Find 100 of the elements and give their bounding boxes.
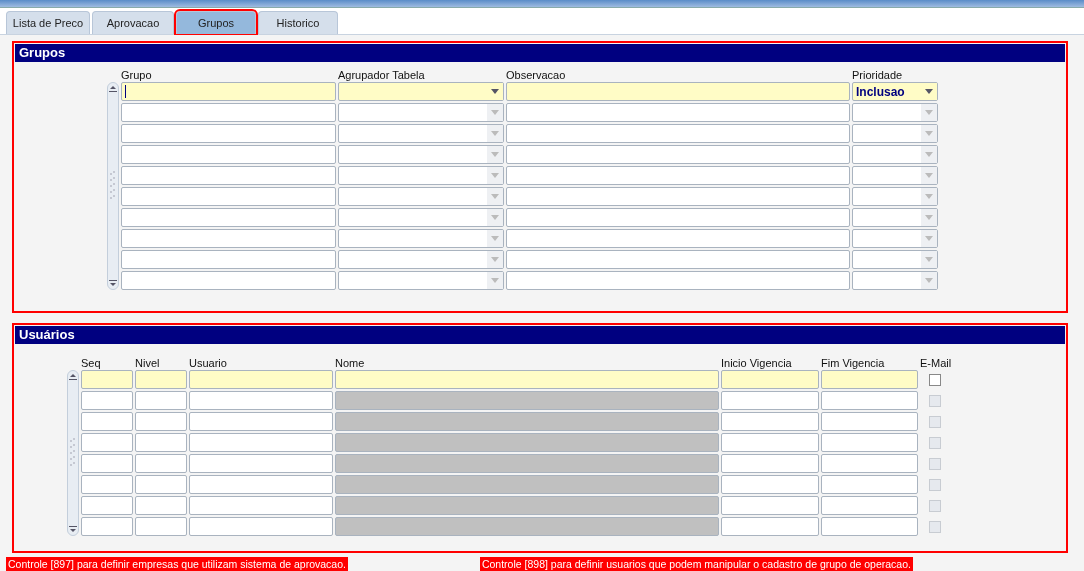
dropdown-field[interactable] xyxy=(338,124,504,143)
input-field[interactable] xyxy=(135,370,187,389)
input-field[interactable] xyxy=(506,250,850,269)
email-checkbox[interactable] xyxy=(929,436,941,449)
dropdown-field[interactable] xyxy=(338,229,504,248)
input-field[interactable] xyxy=(81,517,133,536)
dropdown-field[interactable] xyxy=(852,145,938,164)
input-field[interactable] xyxy=(189,412,333,431)
input-field[interactable] xyxy=(189,370,333,389)
input-field[interactable] xyxy=(721,391,819,410)
input-field[interactable] xyxy=(335,370,719,389)
input-field[interactable] xyxy=(721,496,819,515)
input-field[interactable] xyxy=(121,124,336,143)
input-field[interactable] xyxy=(121,208,336,227)
input-field[interactable] xyxy=(506,124,850,143)
input-field[interactable] xyxy=(821,517,918,536)
input-field[interactable] xyxy=(506,271,850,290)
email-checkbox[interactable] xyxy=(929,415,941,428)
input-field[interactable] xyxy=(121,250,336,269)
input-field[interactable] xyxy=(506,166,850,185)
scroll-down-icon[interactable] xyxy=(68,525,78,535)
input-field[interactable] xyxy=(81,412,133,431)
input-field[interactable] xyxy=(135,412,187,431)
email-checkbox[interactable] xyxy=(929,394,941,407)
scroll-up-icon[interactable] xyxy=(68,371,78,381)
email-checkbox[interactable] xyxy=(929,499,941,512)
input-field[interactable] xyxy=(721,475,819,494)
input-field[interactable] xyxy=(721,517,819,536)
input-field[interactable] xyxy=(821,370,918,389)
dropdown-field[interactable] xyxy=(338,250,504,269)
scroll-bar[interactable] xyxy=(107,82,119,290)
input-field[interactable] xyxy=(81,433,133,452)
input-field[interactable] xyxy=(335,412,719,431)
input-field[interactable] xyxy=(506,103,850,122)
input-field[interactable] xyxy=(721,433,819,452)
input-field[interactable] xyxy=(81,391,133,410)
input-field[interactable] xyxy=(121,166,336,185)
dropdown-field[interactable] xyxy=(852,166,938,185)
tab[interactable]: Historico xyxy=(258,11,338,34)
input-field[interactable] xyxy=(189,454,333,473)
dropdown-field[interactable] xyxy=(852,208,938,227)
tab[interactable]: Aprovacao xyxy=(92,11,174,34)
input-field[interactable] xyxy=(121,229,336,248)
email-checkbox[interactable] xyxy=(929,457,941,470)
input-field[interactable] xyxy=(335,391,719,410)
input-field[interactable] xyxy=(135,496,187,515)
input-field[interactable] xyxy=(506,187,850,206)
input-field[interactable] xyxy=(121,271,336,290)
dropdown-field[interactable]: Inclusao xyxy=(852,82,938,101)
dropdown-field[interactable] xyxy=(852,124,938,143)
dropdown-field[interactable] xyxy=(338,271,504,290)
email-checkbox[interactable] xyxy=(929,373,941,386)
input-field[interactable] xyxy=(121,145,336,164)
dropdown-field[interactable] xyxy=(338,145,504,164)
input-field[interactable] xyxy=(135,433,187,452)
input-field[interactable] xyxy=(121,82,336,101)
input-field[interactable] xyxy=(506,229,850,248)
input-field[interactable] xyxy=(135,517,187,536)
input-field[interactable] xyxy=(821,391,918,410)
input-field[interactable] xyxy=(821,454,918,473)
input-field[interactable] xyxy=(335,475,719,494)
input-field[interactable] xyxy=(135,454,187,473)
input-field[interactable] xyxy=(189,475,333,494)
input-field[interactable] xyxy=(721,370,819,389)
input-field[interactable] xyxy=(189,433,333,452)
input-field[interactable] xyxy=(135,391,187,410)
email-checkbox[interactable] xyxy=(929,478,941,491)
input-field[interactable] xyxy=(335,433,719,452)
input-field[interactable] xyxy=(506,208,850,227)
input-field[interactable] xyxy=(121,187,336,206)
tab[interactable]: Grupos xyxy=(176,11,256,34)
dropdown-field[interactable] xyxy=(852,229,938,248)
input-field[interactable] xyxy=(81,454,133,473)
input-field[interactable] xyxy=(189,517,333,536)
input-field[interactable] xyxy=(121,103,336,122)
input-field[interactable] xyxy=(189,496,333,515)
input-field[interactable] xyxy=(335,517,719,536)
input-field[interactable] xyxy=(135,475,187,494)
input-field[interactable] xyxy=(335,454,719,473)
dropdown-field[interactable] xyxy=(338,208,504,227)
input-field[interactable] xyxy=(821,412,918,431)
input-field[interactable] xyxy=(506,145,850,164)
input-field[interactable] xyxy=(506,82,850,101)
dropdown-field[interactable] xyxy=(852,250,938,269)
input-field[interactable] xyxy=(721,412,819,431)
input-field[interactable] xyxy=(721,454,819,473)
input-field[interactable] xyxy=(821,475,918,494)
input-field[interactable] xyxy=(81,370,133,389)
dropdown-field[interactable] xyxy=(852,271,938,290)
scroll-down-icon[interactable] xyxy=(108,279,118,289)
dropdown-field[interactable] xyxy=(338,82,504,101)
dropdown-field[interactable] xyxy=(852,187,938,206)
dropdown-field[interactable] xyxy=(338,187,504,206)
email-checkbox[interactable] xyxy=(929,520,941,533)
dropdown-field[interactable] xyxy=(338,166,504,185)
scroll-up-icon[interactable] xyxy=(108,83,118,93)
input-field[interactable] xyxy=(821,433,918,452)
input-field[interactable] xyxy=(335,496,719,515)
scroll-bar[interactable] xyxy=(67,370,79,536)
dropdown-field[interactable] xyxy=(338,103,504,122)
